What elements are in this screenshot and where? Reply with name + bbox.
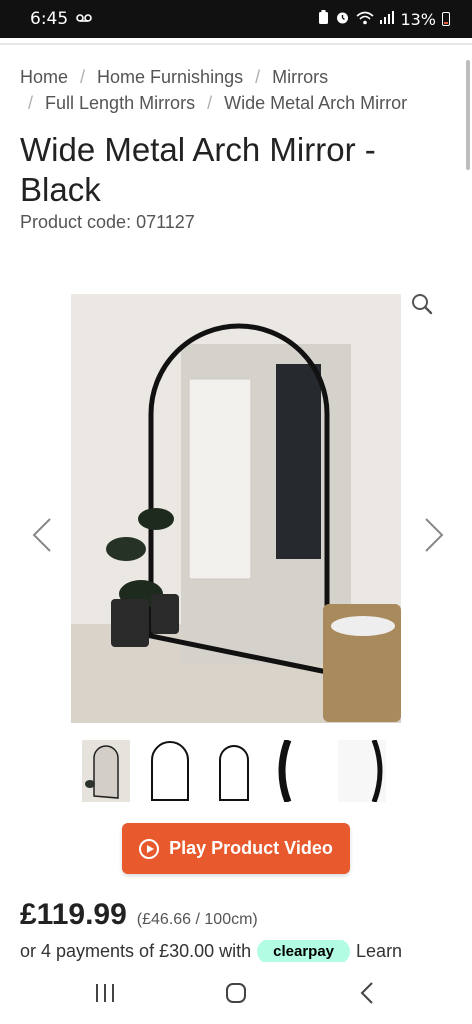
breadcrumb-separator: / xyxy=(80,67,86,87)
status-time: 6:45 xyxy=(30,9,69,29)
breadcrumb-separator: / xyxy=(28,93,34,113)
learn-more-link[interactable]: Learn xyxy=(356,941,402,962)
status-right: 13% xyxy=(318,10,450,29)
zoom-icon[interactable] xyxy=(410,292,434,316)
next-arrow-icon[interactable] xyxy=(422,515,446,555)
clearpay-badge[interactable]: clearpay xyxy=(257,940,351,962)
breadcrumb-separator: / xyxy=(255,67,261,87)
thumbnail[interactable] xyxy=(274,740,322,802)
battery-saver-icon xyxy=(318,10,329,28)
breadcrumb: Home / Home Furnishings / Mirrors / Full Leng… xyxy=(20,64,460,116)
status-left: 6:45 xyxy=(30,9,92,29)
clearpay-badge-label: clearpay xyxy=(273,942,335,960)
breadcrumb-row: / Full Length Mirrors / Wide Metal Arch Mir… xyxy=(20,90,460,116)
play-video-label: Play Product Video xyxy=(169,838,333,858)
voicemail-icon xyxy=(76,13,92,26)
home-icon[interactable] xyxy=(216,973,256,1013)
thumbnail[interactable] xyxy=(210,740,258,802)
play-icon xyxy=(139,838,160,859)
price-row: £119.99 (£46.66 / 100cm) xyxy=(20,898,258,932)
price: £119.99 xyxy=(20,898,127,931)
status-bar: 6:45 13% xyxy=(0,0,472,38)
breadcrumb-mirrors[interactable]: Mirrors xyxy=(272,67,328,87)
back-icon[interactable] xyxy=(347,973,387,1013)
breadcrumb-home[interactable]: Home xyxy=(20,67,68,87)
breadcrumb-separator: / xyxy=(207,93,213,113)
breadcrumb-current[interactable]: Wide Metal Arch Mirror xyxy=(224,93,407,113)
divider xyxy=(0,43,472,45)
system-nav-bar xyxy=(0,962,472,1024)
breadcrumb-row: Home / Home Furnishings / Mirrors xyxy=(20,64,460,90)
thumbnail[interactable] xyxy=(338,740,386,802)
alarm-icon xyxy=(335,10,350,28)
battery-text: 13% xyxy=(400,9,436,29)
clearpay-row: or 4 payments of £30.00 with clearpay Le… xyxy=(20,940,472,962)
signal-icon xyxy=(380,11,395,27)
wifi-icon xyxy=(356,11,374,28)
scrollbar[interactable] xyxy=(466,60,470,170)
breadcrumb-full-length-mirrors[interactable]: Full Length Mirrors xyxy=(45,93,195,113)
thumbnail-strip xyxy=(82,740,386,802)
breadcrumb-home-furnishings[interactable]: Home Furnishings xyxy=(97,67,243,87)
unit-price: (£46.66 / 100cm) xyxy=(136,911,258,928)
battery-icon xyxy=(442,12,450,26)
product-code: Product code: 071127 xyxy=(20,212,195,232)
clearpay-text: or 4 payments of £30.00 with xyxy=(20,940,252,961)
prev-arrow-icon[interactable] xyxy=(30,515,54,555)
thumbnail[interactable] xyxy=(82,740,130,802)
thumbnail[interactable] xyxy=(146,740,194,802)
play-video-button[interactable]: Play Product Video xyxy=(122,823,350,874)
main-product-image[interactable] xyxy=(71,294,401,723)
page-title: Wide Metal Arch Mirror - Black xyxy=(20,131,376,208)
recent-apps-icon[interactable] xyxy=(85,973,125,1013)
